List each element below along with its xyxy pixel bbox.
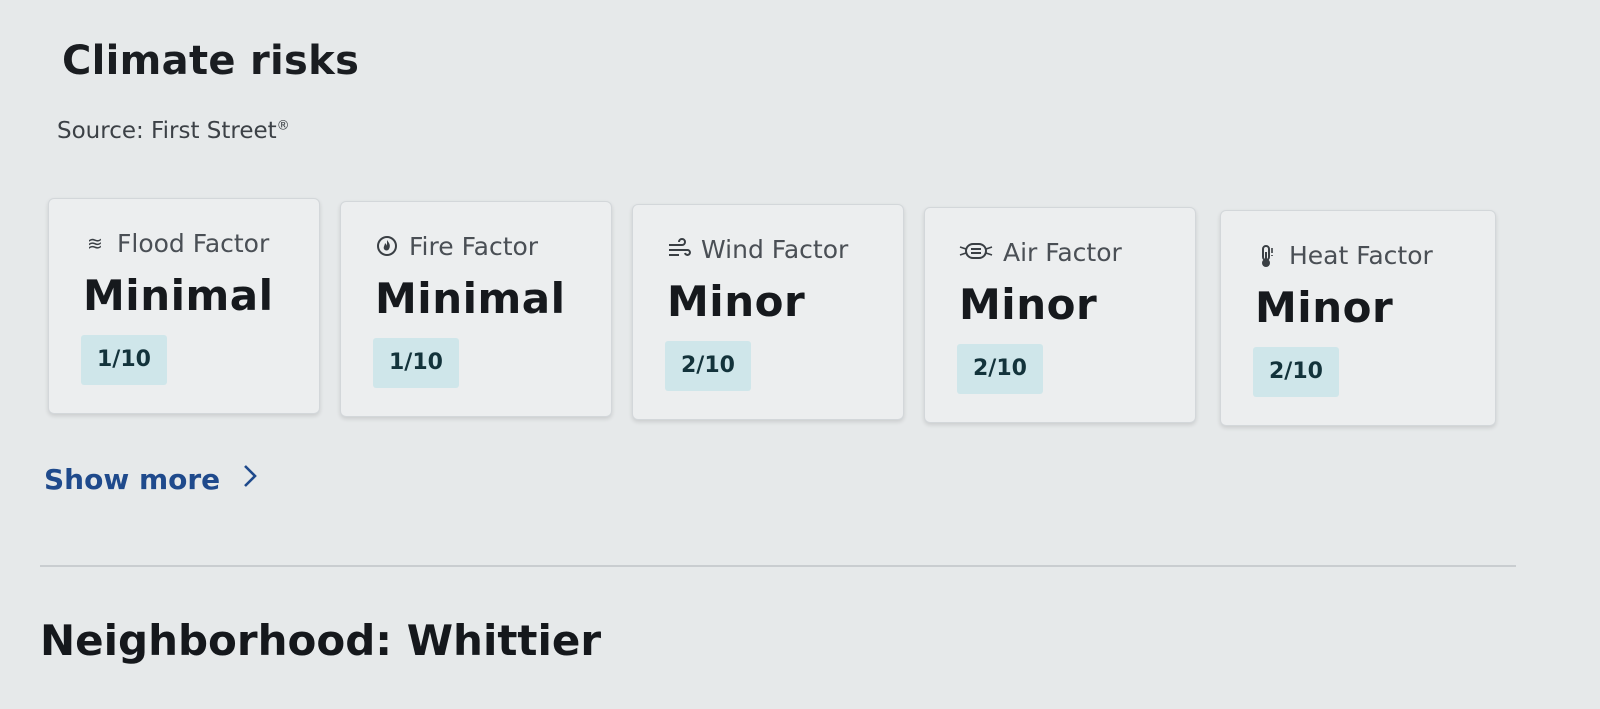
wind-factor-card[interactable]: Wind Factor Minor 2/10 (632, 204, 904, 420)
risk-score-badge: 2/10 (665, 341, 751, 391)
card-label: Wind Factor (701, 235, 849, 264)
card-label: Heat Factor (1289, 241, 1433, 270)
risk-level: Minimal (375, 274, 566, 323)
fire-factor-card[interactable]: Fire Factor Minimal 1/10 (340, 201, 612, 417)
show-more-link[interactable]: Show more (44, 462, 258, 497)
section-title: Climate risks (62, 38, 360, 84)
risk-score-badge: 2/10 (1253, 347, 1339, 397)
source-text: Source: First Street (57, 118, 277, 144)
heat-icon (1255, 244, 1279, 268)
climate-factor-cards: ≋ Flood Factor Minimal 1/10 Fire Factor … (48, 198, 1528, 438)
card-header: Wind Factor (667, 235, 848, 264)
card-label: Fire Factor (409, 232, 539, 261)
risk-level: Minimal (83, 271, 274, 320)
card-header: Fire Factor (375, 232, 538, 261)
wind-icon-graphic (669, 237, 691, 256)
climate-risks-page: Climate risks Source: First Street® ≋ Fl… (0, 0, 1600, 709)
section-divider (40, 565, 1516, 567)
fire-icon-graphic (377, 235, 397, 256)
flood-icon: ≋ (87, 232, 103, 255)
card-label: Air Factor (1003, 238, 1122, 267)
card-header: Heat Factor (1255, 241, 1433, 270)
flood-factor-card[interactable]: ≋ Flood Factor Minimal 1/10 (48, 198, 320, 414)
air-factor-card[interactable]: Air Factor Minor 2/10 (924, 207, 1196, 423)
registered-mark: ® (276, 118, 290, 134)
risk-score-badge: 1/10 (373, 338, 459, 388)
card-label: Flood Factor (117, 229, 270, 258)
show-more-label: Show more (44, 463, 221, 496)
neighborhood-title: Neighborhood: Whittier (40, 616, 602, 665)
risk-level: Minor (959, 280, 1098, 329)
chevron-right-graphic (244, 465, 258, 487)
heat-factor-card[interactable]: Heat Factor Minor 2/10 (1220, 210, 1496, 426)
card-header: ≋ Flood Factor (83, 229, 269, 258)
risk-level: Minor (1255, 283, 1394, 332)
wind-icon (667, 237, 691, 262)
air-icon-graphic (959, 242, 993, 259)
card-header: Air Factor (959, 238, 1122, 267)
fire-icon (375, 235, 399, 259)
risk-score-badge: 2/10 (957, 344, 1043, 394)
risk-level: Minor (667, 277, 806, 326)
source-label: Source: First Street® (57, 118, 290, 144)
heat-icon-graphic (1262, 244, 1273, 267)
chevron-right-icon (242, 462, 258, 497)
air-icon (959, 241, 993, 265)
risk-score-badge: 1/10 (81, 335, 167, 385)
